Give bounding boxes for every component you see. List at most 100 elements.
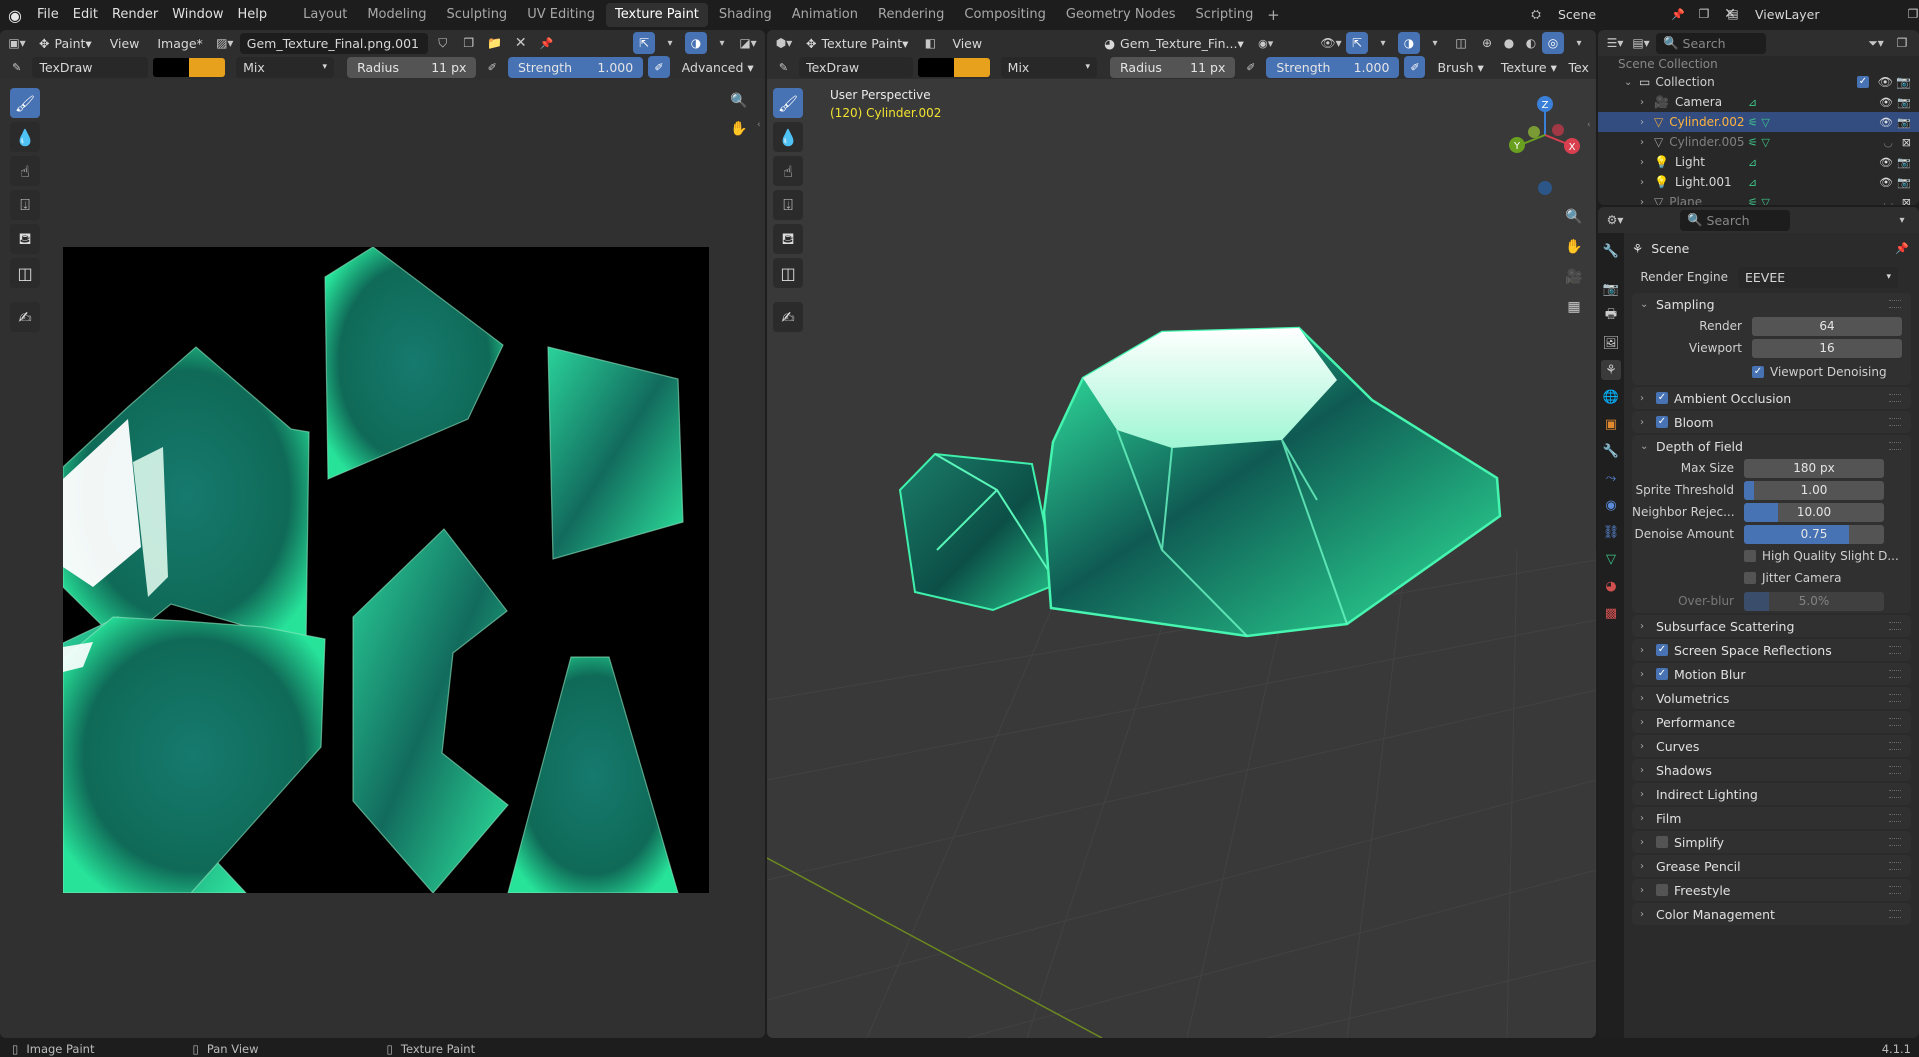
- panel-header[interactable]: › Performance: [1632, 711, 1911, 733]
- view-layer-selector[interactable]: ViewLayer: [1748, 3, 1898, 25]
- properties-search-input[interactable]: 🔍 Search: [1680, 209, 1790, 231]
- viewport-sidebar-toggle-icon[interactable]: ‹: [1587, 120, 1591, 130]
- visibility-selector-icon[interactable]: 👁▾: [1320, 32, 1342, 54]
- visibility-icon[interactable]: 👁: [1879, 116, 1893, 129]
- viewport-clone-tool-icon[interactable]: ⍗: [773, 190, 803, 220]
- modifier-tab-icon[interactable]: 🔧: [1601, 441, 1621, 461]
- viewport-pan-icon[interactable]: ✋: [1563, 236, 1585, 258]
- new-view-layer-icon[interactable]: ❐: [1902, 3, 1919, 25]
- fill-tool-icon[interactable]: ⛾: [10, 224, 40, 254]
- snap-dropdown-icon[interactable]: ▾: [659, 32, 681, 54]
- snap-icon[interactable]: ⇱: [633, 32, 655, 54]
- viewport-denoising-row[interactable]: ✓ Viewport Denoising: [1632, 359, 1911, 385]
- viewport-annotate-tool-icon[interactable]: ✍: [773, 302, 803, 332]
- viewport-denoising-checkbox[interactable]: ✓: [1752, 366, 1764, 378]
- dof-property-field[interactable]: 180 px: [1744, 458, 1884, 478]
- expand-chevron-icon[interactable]: ›: [1640, 177, 1650, 188]
- shading-dropdown-icon[interactable]: ▾: [1568, 32, 1590, 54]
- panel-enable-checkbox[interactable]: [1656, 884, 1668, 896]
- new-scene-icon[interactable]: ❐: [1693, 3, 1715, 25]
- expand-chevron-icon[interactable]: ›: [1640, 137, 1650, 148]
- depth-of-field-header[interactable]: ⌄ Depth of Field: [1632, 435, 1911, 457]
- scene-selector[interactable]: Scene: [1551, 3, 1663, 25]
- visibility-icon[interactable]: 👁: [1878, 75, 1893, 89]
- properties-editor-type-icon[interactable]: ⚙▾: [1604, 209, 1626, 231]
- smear-tool-icon[interactable]: ☝: [10, 156, 40, 186]
- zoom-icon[interactable]: 🔍: [728, 90, 750, 112]
- solid-shading-icon[interactable]: ●: [1498, 32, 1520, 54]
- primary-color-swatch[interactable]: [153, 57, 190, 77]
- panel-enable-checkbox[interactable]: [1656, 836, 1668, 848]
- outliner-item[interactable]: › 🎥 Camera ⊿ 👁 📷: [1598, 92, 1919, 112]
- panel-header[interactable]: › Film: [1632, 807, 1911, 829]
- add-workspace-icon[interactable]: +: [1262, 4, 1284, 26]
- high-quality-row[interactable]: High Quality Slight D...: [1632, 545, 1911, 567]
- render-engine-selector[interactable]: EEVEE ▾: [1738, 266, 1898, 288]
- render-samples-field[interactable]: 64: [1752, 316, 1902, 336]
- filter-icon[interactable]: ⏷▾: [1865, 32, 1887, 54]
- outliner-item[interactable]: › ▽ Cylinder.002 ⚟ ▽ 👁 📷: [1598, 112, 1919, 132]
- menu-file[interactable]: File: [30, 0, 66, 30]
- pin-scene-icon[interactable]: 📌: [1667, 3, 1689, 25]
- ortho-toggle-icon[interactable]: ▦: [1563, 296, 1585, 318]
- texture-canvas[interactable]: [63, 247, 709, 893]
- render-icon[interactable]: ⊠: [1902, 196, 1911, 206]
- expand-chevron-icon[interactable]: ›: [1640, 157, 1650, 168]
- image-name-field[interactable]: Gem_Texture_Final.png.001: [239, 32, 428, 54]
- tab-uv-editing[interactable]: UV Editing: [518, 3, 604, 27]
- viewport-brush-name-field[interactable]: TexDraw: [799, 56, 913, 78]
- sampling-panel-header[interactable]: ⌄ Sampling: [1632, 293, 1911, 315]
- panel-header[interactable]: › Freestyle: [1632, 879, 1911, 901]
- viewport-mask-tool-icon[interactable]: ◫: [773, 258, 803, 288]
- viewport-view-menu[interactable]: View: [945, 33, 989, 54]
- object-tab-icon[interactable]: ▣: [1601, 414, 1621, 434]
- pan-icon[interactable]: ✋: [728, 118, 750, 140]
- panel-header[interactable]: › ✓ Screen Space Reflections: [1632, 639, 1911, 661]
- sidebar-toggle-icon[interactable]: ‹: [757, 120, 761, 130]
- viewport-gizmo-icon[interactable]: ⇱: [1346, 32, 1368, 54]
- brush-name-field[interactable]: TexDraw: [32, 56, 149, 78]
- pin-properties-icon[interactable]: 📌: [1895, 242, 1909, 255]
- render-icon[interactable]: ⊠: [1902, 136, 1911, 149]
- tab-compositing[interactable]: Compositing: [955, 3, 1055, 27]
- viewport-primary-color-swatch[interactable]: [917, 57, 954, 77]
- tab-animation[interactable]: Animation: [783, 3, 867, 27]
- wireframe-shading-icon[interactable]: ⊕: [1476, 32, 1498, 54]
- outliner-scene-collection[interactable]: Scene Collection: [1598, 56, 1919, 72]
- strength-field[interactable]: Strength 1.000: [507, 56, 644, 78]
- render-tab-icon[interactable]: 📷: [1601, 279, 1621, 299]
- tab-texture-paint[interactable]: Texture Paint: [606, 3, 708, 27]
- display-channels-icon[interactable]: ◪▾: [737, 32, 759, 54]
- blender-logo-icon[interactable]: ◉: [0, 6, 30, 25]
- visibility-icon[interactable]: 👁: [1879, 96, 1893, 109]
- expand-chevron-icon[interactable]: ›: [1640, 117, 1650, 128]
- particles-tab-icon[interactable]: ⤳: [1601, 468, 1621, 488]
- panel-header[interactable]: › Volumetrics: [1632, 687, 1911, 709]
- outliner-item[interactable]: › ▽ Plane ⚟ ▽ ◡ ⊠: [1598, 192, 1919, 205]
- menu-edit[interactable]: Edit: [66, 0, 105, 30]
- radius-pressure-icon[interactable]: ✐: [481, 56, 502, 78]
- output-tab-icon[interactable]: 🖶: [1601, 306, 1621, 326]
- radius-field[interactable]: Radius 11 px: [347, 56, 477, 78]
- collection-exclude-checkbox[interactable]: ✓: [1857, 76, 1869, 88]
- over-blur-field[interactable]: 5.0%: [1744, 591, 1884, 611]
- physics-tab-icon[interactable]: ◉: [1601, 495, 1621, 515]
- overlay-icon[interactable]: ◑: [685, 32, 707, 54]
- scene-icon[interactable]: ⛭: [1525, 3, 1547, 25]
- outliner-collection-row[interactable]: ⌄ ▭ Collection ✓ 👁 📷: [1598, 72, 1919, 92]
- render-icon[interactable]: 📷: [1897, 116, 1911, 129]
- overlay-dropdown-icon[interactable]: ▾: [711, 32, 733, 54]
- annotate-tool-icon[interactable]: ✍: [10, 302, 40, 332]
- viewport-blend-mode-selector[interactable]: Mix ▾: [1000, 56, 1098, 78]
- viewport-radius-pressure-icon[interactable]: ✐: [1240, 56, 1261, 78]
- texture-menu[interactable]: Texture ▾: [1494, 57, 1562, 78]
- viewport-mode-selector[interactable]: ✥ Texture Paint ▾: [799, 33, 915, 54]
- display-mode-icon[interactable]: ▤▾: [1630, 32, 1652, 54]
- viewport-brush-icon[interactable]: ✎: [773, 56, 794, 78]
- bloom-header[interactable]: › ✓ Bloom: [1632, 411, 1911, 433]
- material-tab-icon[interactable]: ◕: [1601, 576, 1621, 596]
- bloom-checkbox[interactable]: ✓: [1656, 416, 1668, 428]
- menu-render[interactable]: Render: [105, 0, 165, 30]
- outliner-item[interactable]: › 💡 Light.001 ⊿ 👁 📷: [1598, 172, 1919, 192]
- jitter-camera-row[interactable]: Jitter Camera: [1632, 567, 1911, 589]
